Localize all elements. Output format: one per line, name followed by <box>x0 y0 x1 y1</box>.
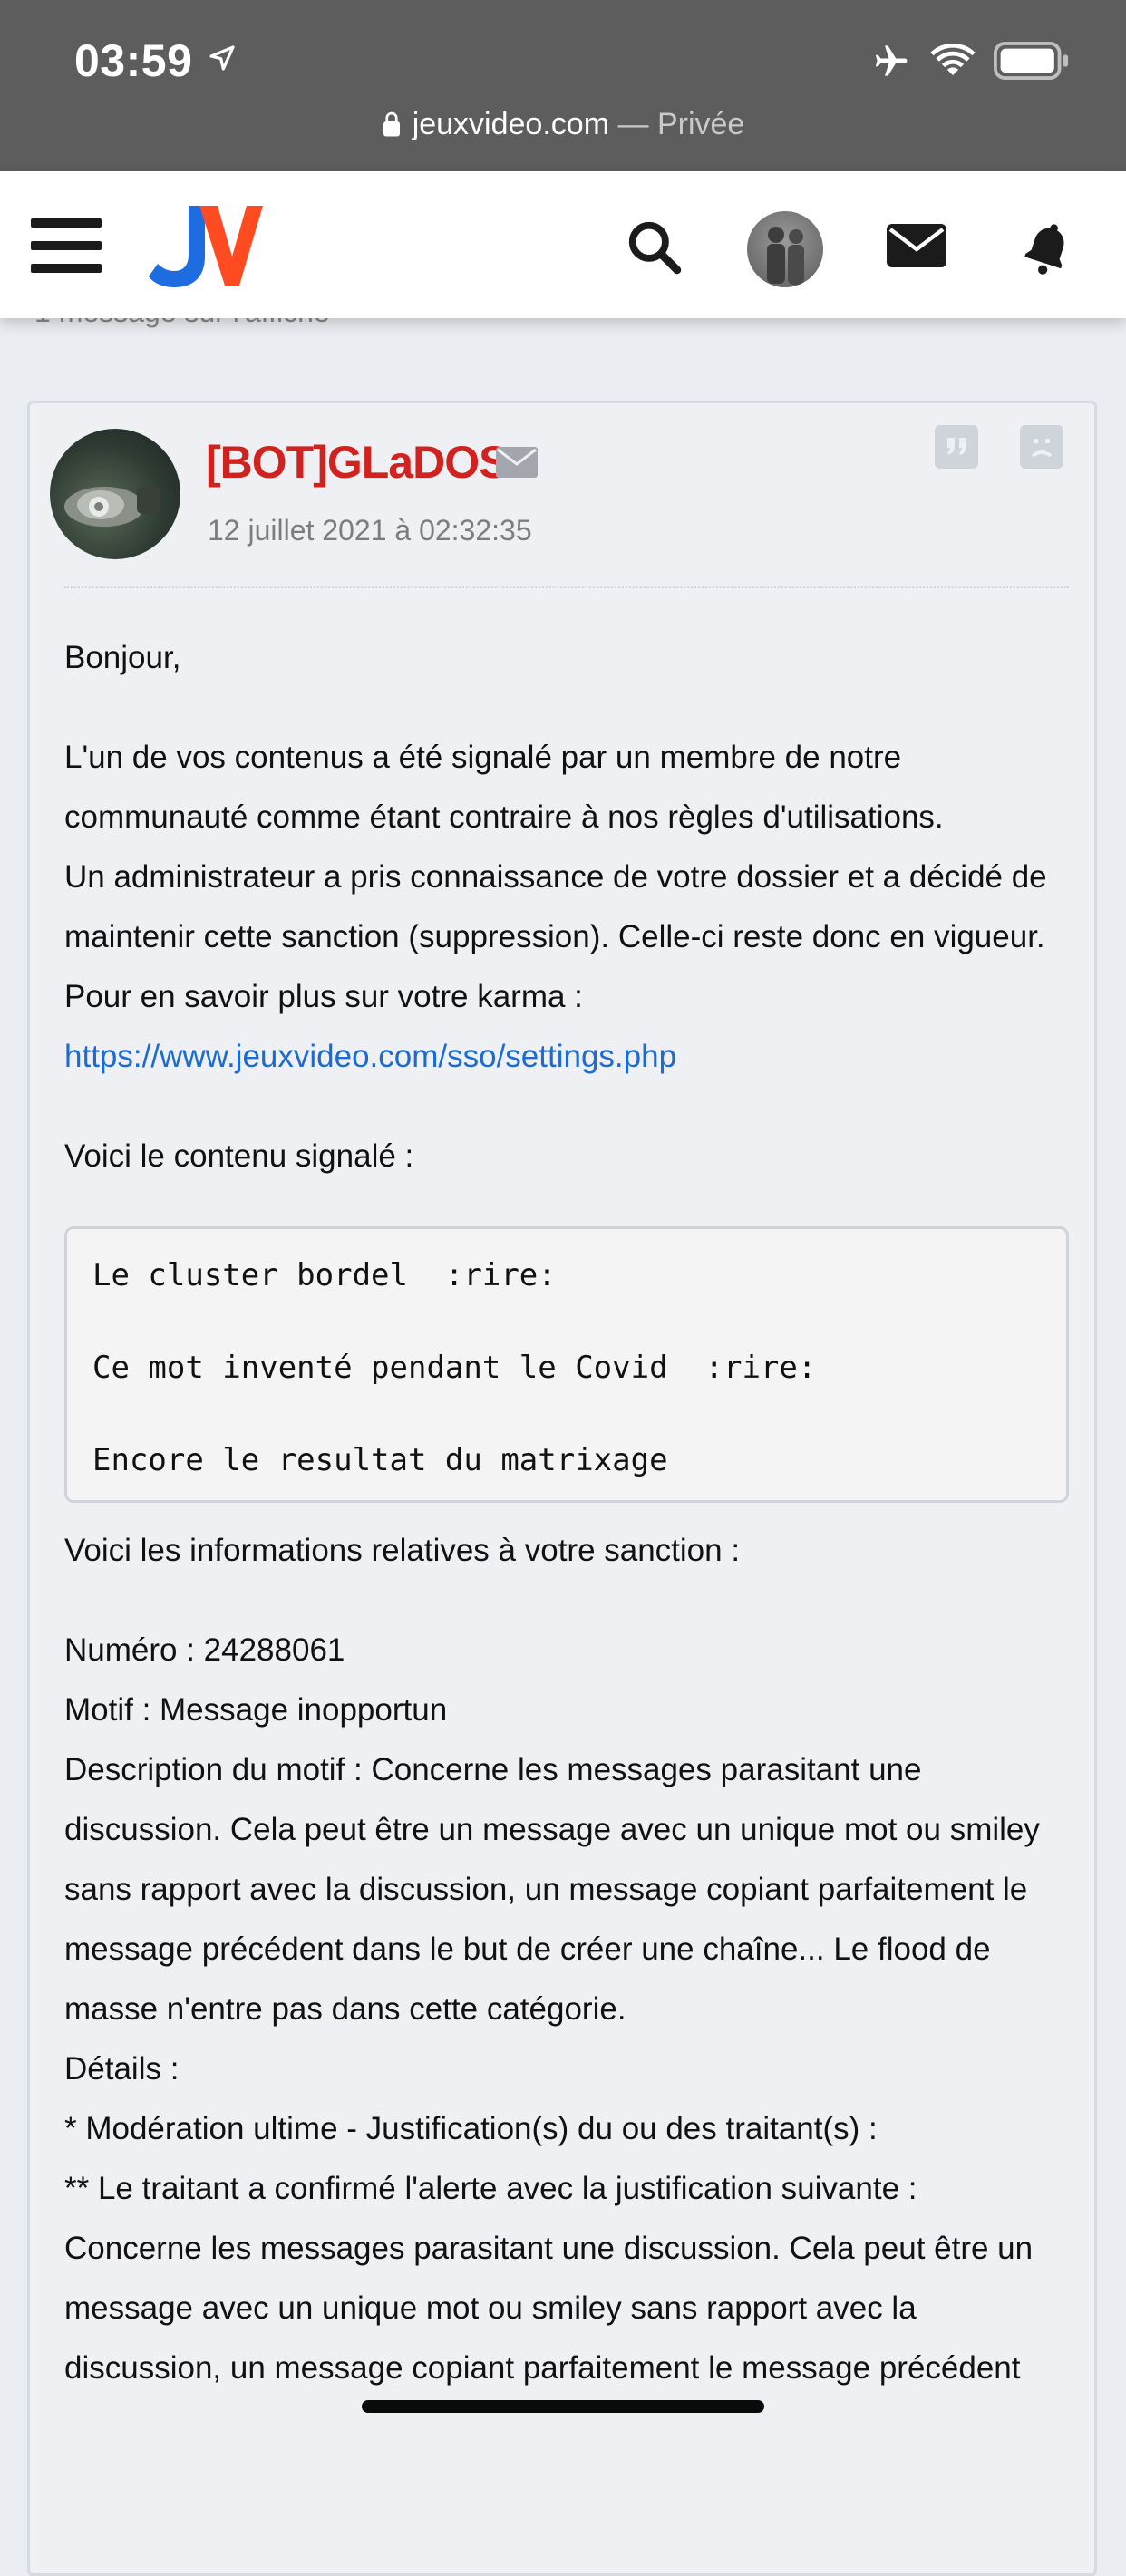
moderation-line: * Modération ultime - Justification(s) d… <box>64 2111 878 2146</box>
notice-text: L'un de vos contenus a été signalé par u… <box>64 740 944 835</box>
battery-icon <box>994 42 1069 80</box>
status-bar: 03:59 jeuxvideo.com — Privée <box>0 0 1126 171</box>
forum-message: [BOT]GLaDOS 12 juillet 2021 à 02:32:35 B… <box>27 401 1097 2576</box>
hamburger-icon[interactable] <box>31 218 102 273</box>
code-line: Encore le resultat du matrixage <box>92 1442 668 1478</box>
location-arrow-icon <box>209 45 235 71</box>
karma-text: Pour en savoir plus sur votre karma : <box>64 979 583 1014</box>
home-indicator[interactable] <box>362 2400 764 2413</box>
jv-logo[interactable] <box>149 200 263 291</box>
wifi-icon <box>930 44 976 76</box>
clock: 03:59 <box>74 35 193 86</box>
avatar-silhouettes-icon <box>767 227 804 285</box>
sanction-reason: Motif : Message inopportun <box>64 1692 448 1728</box>
author-name[interactable]: [BOT]GLaDOS <box>206 436 509 489</box>
mail-icon[interactable] <box>887 224 946 267</box>
site-header <box>0 171 1126 318</box>
bell-icon[interactable] <box>1023 218 1073 275</box>
user-avatar[interactable] <box>747 211 823 287</box>
reported-intro: Voici le contenu signalé : <box>64 1138 414 1174</box>
justification-text: Concerne les messages parasitant une dis… <box>64 2231 1034 2386</box>
lock-icon <box>383 111 400 137</box>
header-divider <box>64 586 1069 588</box>
message-date[interactable]: 12 juillet 2021 à 02:32:35 <box>208 514 532 547</box>
author-avatar[interactable] <box>50 429 180 559</box>
settings-link[interactable]: https://www.jeuxvideo.com/sso/settings.p… <box>64 1039 676 1074</box>
sanction-number: Numéro : 24288061 <box>64 1632 345 1668</box>
handler-line: ** Le traitant a confirmé l'alerte avec … <box>64 2171 917 2206</box>
sanction-intro: Voici les informations relatives à votre… <box>64 1533 741 1568</box>
airplane-icon <box>875 45 908 76</box>
private-message-icon[interactable] <box>496 447 538 478</box>
sad-face-icon <box>1031 439 1053 458</box>
reported-content-block: Le cluster bordel :rire: Ce mot inventé … <box>64 1226 1069 1503</box>
reason-description: Description du motif : Concerne les mess… <box>64 1752 1040 2027</box>
url-text: jeuxvideo.com <box>412 107 610 141</box>
quote-button[interactable] <box>935 425 978 469</box>
url-bar[interactable]: jeuxvideo.com — Privée <box>0 107 1126 142</box>
message-body: Bonjour, L'un de vos contenus a été sign… <box>64 628 1069 2398</box>
code-line: Ce mot inventé pendant le Covid :rire: <box>92 1350 817 1386</box>
private-label: Privée <box>656 107 745 141</box>
details-label: Détails : <box>64 2051 180 2087</box>
code-line: Le cluster bordel :rire: <box>92 1257 557 1293</box>
decision-text: Un administrateur a pris connaissance de… <box>64 859 1047 954</box>
greeting: Bonjour, <box>64 640 181 675</box>
quote-icon <box>947 438 966 455</box>
url-separator: — <box>609 107 657 141</box>
turret-icon <box>64 487 160 527</box>
report-button[interactable] <box>1020 425 1063 469</box>
search-icon[interactable] <box>626 218 682 275</box>
